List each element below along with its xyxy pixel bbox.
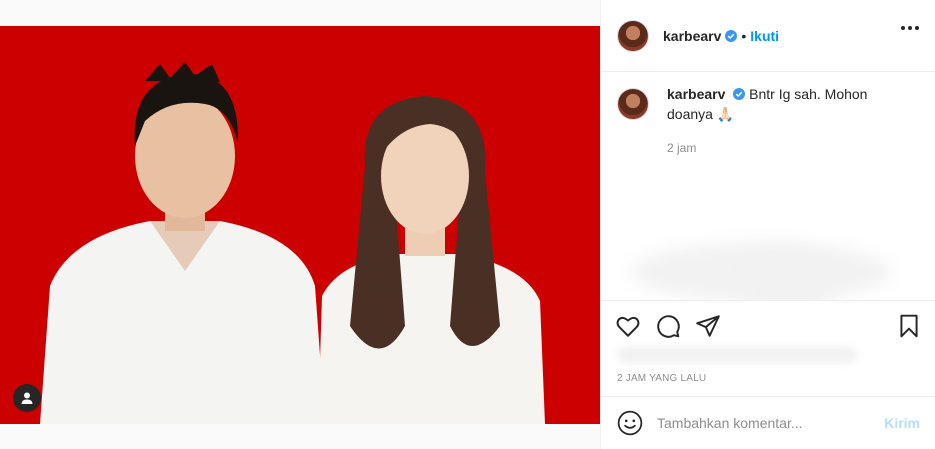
post-side-panel: karbearv • Ikuti karbearv Bntr Ig sah. M…	[600, 0, 935, 449]
follow-button[interactable]: Ikuti	[750, 28, 779, 44]
verified-badge-icon	[725, 29, 738, 42]
caption-body: karbearv Bntr Ig sah. Mohon doanya 🙏🏻 2 …	[667, 84, 887, 158]
author-avatar[interactable]	[617, 19, 649, 52]
bookmark-icon[interactable]	[896, 313, 922, 339]
post-media-area	[0, 0, 600, 449]
user-tag-button[interactable]	[13, 384, 41, 412]
photo-illustration	[0, 26, 600, 424]
comments-area: karbearv Bntr Ig sah. Mohon doanya 🙏🏻 2 …	[601, 72, 935, 300]
verified-badge-icon	[733, 88, 746, 100]
smiley-icon[interactable]	[617, 410, 643, 436]
post-timestamp[interactable]: 2 JAM YANG LALU	[617, 373, 706, 384]
post-photo[interactable]	[0, 26, 600, 424]
post-header: karbearv • Ikuti	[601, 0, 935, 72]
heart-icon[interactable]	[615, 313, 641, 339]
follow-separator: •	[741, 27, 747, 44]
add-comment-bar: Kirim	[601, 396, 935, 449]
caption-username[interactable]: karbearv	[667, 86, 725, 102]
comment-icon[interactable]	[655, 313, 681, 339]
caption-comment: karbearv Bntr Ig sah. Mohon doanya 🙏🏻 2 …	[617, 86, 919, 158]
post-actions: 2 JAM YANG LALU	[601, 300, 935, 396]
user-tag-icon	[21, 392, 33, 404]
caption-time[interactable]: 2 jam	[667, 138, 887, 158]
more-options-icon[interactable]	[901, 26, 919, 30]
blurred-likes	[617, 347, 857, 363]
author-username[interactable]: karbearv	[663, 28, 721, 44]
comment-input[interactable]	[657, 415, 867, 431]
paper-plane-icon[interactable]	[695, 313, 721, 339]
post-comment-button[interactable]: Kirim	[884, 415, 920, 431]
caption-avatar[interactable]	[617, 88, 649, 120]
